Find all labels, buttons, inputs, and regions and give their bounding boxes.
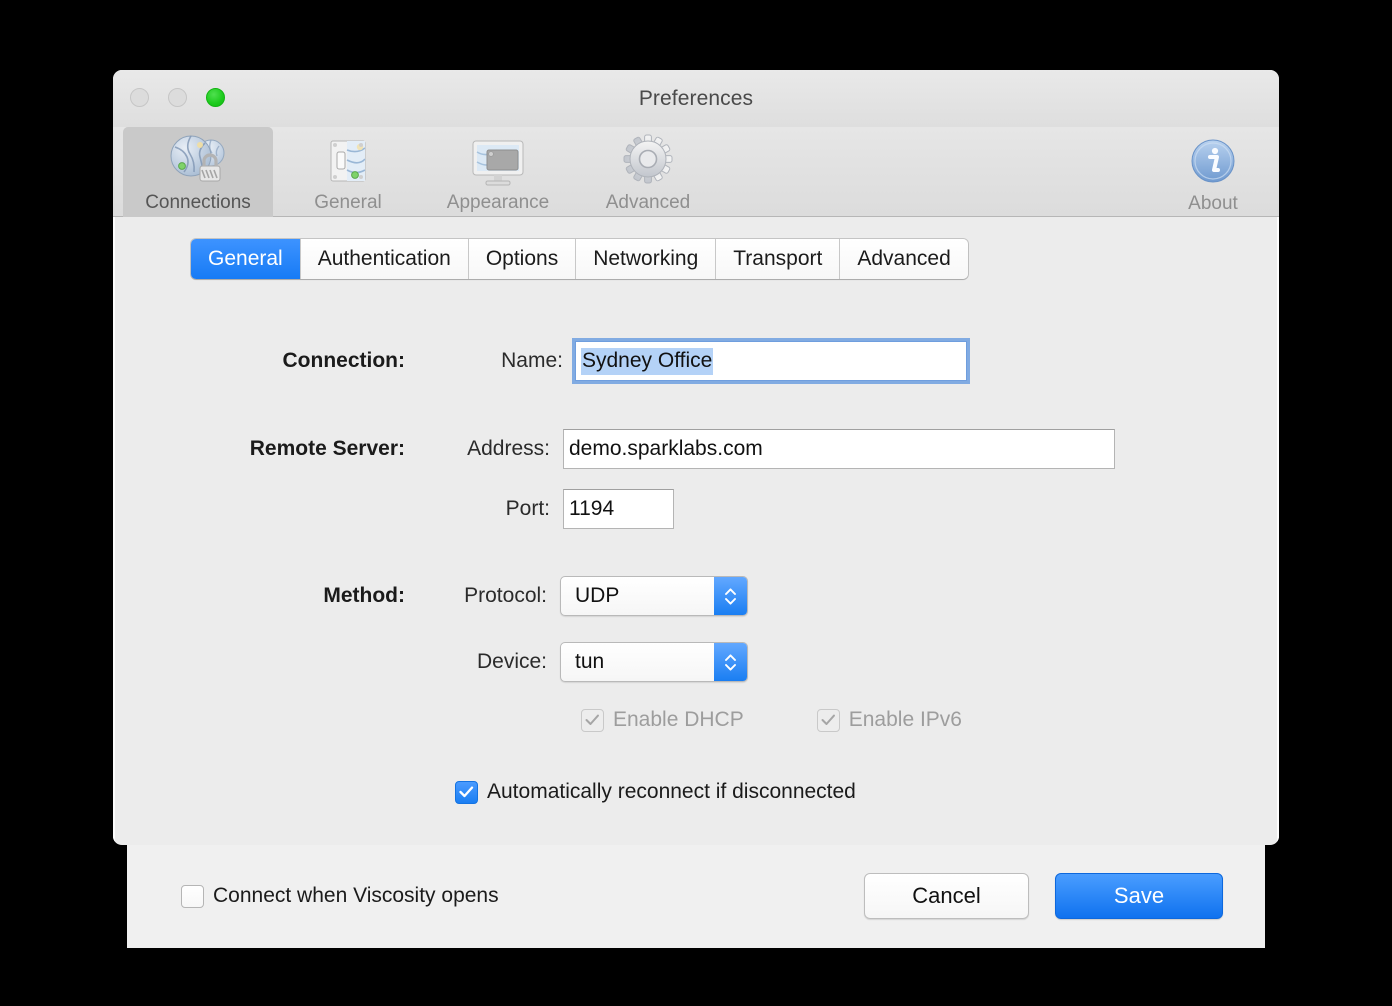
label-method-group: Method: xyxy=(323,584,405,607)
enable-ipv6-checkbox: Enable IPv6 xyxy=(816,708,962,732)
save-button[interactable]: Save xyxy=(1055,873,1223,919)
label-remote-server-group: Remote Server: xyxy=(249,437,405,460)
checkbox-box xyxy=(581,708,604,732)
label-device: Device: xyxy=(476,650,547,673)
chevron-down-icon xyxy=(725,663,736,671)
checkmark-icon xyxy=(459,786,474,798)
checkbox-box[interactable] xyxy=(181,884,204,908)
row-dhcp-ipv6: Enable DHCP Enable IPv6 xyxy=(581,708,962,732)
connection-name-value: Sydney Office xyxy=(581,347,714,375)
row-port: Port: 1194 xyxy=(115,489,1277,529)
tab-transport[interactable]: Transport xyxy=(716,239,841,279)
display-window-icon xyxy=(467,132,529,190)
label-name: Name: xyxy=(501,349,563,372)
chevron-down-icon xyxy=(725,597,736,605)
label-connection-group: Connection: xyxy=(282,349,405,372)
toolbar-item-connections[interactable]: Connections xyxy=(123,127,273,217)
row-protocol: Method: Protocol: UDP xyxy=(115,576,1277,616)
toolbar-items: Connections General Appearance Advanced xyxy=(123,127,723,217)
tab-networking[interactable]: Networking xyxy=(576,239,717,279)
preferences-window: Preferences Connections General Appearan… xyxy=(113,70,1279,948)
toolbar-item-appearance[interactable]: Appearance xyxy=(423,127,573,217)
row-device: Device: tun xyxy=(115,642,1277,682)
connect-on-open-label: Connect when Viscosity opens xyxy=(213,884,499,907)
toolbar-label-about: About xyxy=(1188,193,1238,214)
enable-ipv6-label: Enable IPv6 xyxy=(848,708,962,731)
chevron-up-icon xyxy=(725,653,736,661)
content-pane: General Authentication Options Networkin… xyxy=(113,217,1279,844)
title-bar[interactable]: Preferences xyxy=(113,70,1279,127)
protocol-dropdown[interactable]: UDP xyxy=(560,576,748,616)
server-address-input[interactable]: demo.sparklabs.com xyxy=(563,429,1115,469)
tab-options[interactable]: Options xyxy=(468,239,577,279)
tab-advanced[interactable]: Advanced xyxy=(840,239,968,279)
toolbar-label-advanced: Advanced xyxy=(605,192,691,213)
toolbar-item-general[interactable]: General xyxy=(273,127,423,217)
info-circle-icon xyxy=(1185,135,1241,191)
label-port: Port: xyxy=(505,497,550,520)
tab-bar: General Authentication Options Networkin… xyxy=(191,239,968,279)
device-dropdown[interactable]: tun xyxy=(560,642,748,682)
toolbar-label-connections: Connections xyxy=(145,192,251,213)
cancel-button[interactable]: Cancel xyxy=(864,873,1029,919)
label-address: Address: xyxy=(467,437,550,460)
auto-reconnect-checkbox[interactable]: Automatically reconnect if disconnected xyxy=(455,780,856,804)
device-value: tun xyxy=(575,650,605,673)
checkbox-box[interactable] xyxy=(455,780,478,804)
checkmark-icon xyxy=(585,714,599,725)
toolbar-label-appearance: Appearance xyxy=(446,192,550,213)
gear-icon xyxy=(617,132,679,190)
toolbar-item-about[interactable]: About xyxy=(1153,127,1273,217)
stepper-arrows[interactable] xyxy=(714,577,747,615)
server-port-input[interactable]: 1194 xyxy=(563,489,674,529)
tab-general[interactable]: General xyxy=(191,239,301,279)
row-connection: Connection: Name: Sydney Office xyxy=(115,341,1277,381)
toolbar-item-advanced[interactable]: Advanced xyxy=(573,127,723,217)
bottom-bar: Connect when Viscosity opens Cancel Save xyxy=(127,845,1265,948)
window-body: Preferences Connections General Appearan… xyxy=(113,70,1279,845)
protocol-value: UDP xyxy=(575,584,620,607)
row-remote-server-address: Remote Server: Address: demo.sparklabs.c… xyxy=(115,429,1277,469)
connect-on-open-checkbox[interactable]: Connect when Viscosity opens xyxy=(181,884,499,908)
enable-dhcp-checkbox: Enable DHCP xyxy=(581,708,744,732)
enable-dhcp-label: Enable DHCP xyxy=(613,708,744,731)
light-switch-icon xyxy=(317,132,379,190)
chevron-up-icon xyxy=(725,587,736,595)
label-protocol: Protocol: xyxy=(464,584,547,607)
globes-lock-icon xyxy=(167,132,229,190)
checkmark-icon xyxy=(821,714,835,725)
stepper-arrows[interactable] xyxy=(714,643,747,681)
tab-authentication[interactable]: Authentication xyxy=(300,239,469,279)
toolbar: Connections General Appearance Advanced … xyxy=(113,127,1279,217)
toolbar-label-general: General xyxy=(314,192,382,213)
connection-name-input[interactable]: Sydney Office xyxy=(575,341,967,381)
checkbox-box xyxy=(816,708,840,732)
window-title: Preferences xyxy=(638,87,754,110)
auto-reconnect-label: Automatically reconnect if disconnected xyxy=(487,780,856,803)
